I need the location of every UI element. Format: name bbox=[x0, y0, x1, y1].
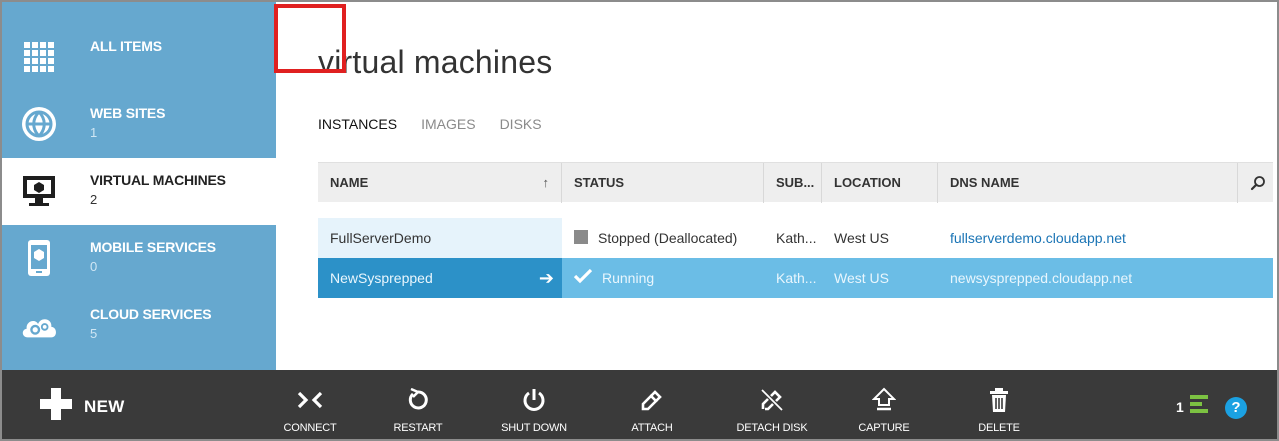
connect-icon bbox=[272, 386, 348, 414]
sidebar-item-count: 0 bbox=[90, 259, 98, 274]
cell-name-text: NewSysprepped bbox=[330, 270, 433, 286]
tab-disks[interactable]: DISKS bbox=[500, 116, 542, 132]
column-header-name[interactable]: NAME ↑ bbox=[318, 163, 562, 203]
command-bar: NEW CONNECT RESTART SHUT DOWN ATTACH DET… bbox=[2, 370, 1277, 439]
shut-down-button-label: SHUT DOWN bbox=[501, 422, 567, 434]
broken-link-icon bbox=[734, 386, 810, 414]
checkmark-icon bbox=[573, 259, 593, 298]
tab-images[interactable]: IMAGES bbox=[421, 116, 475, 132]
capture-button-label: CAPTURE bbox=[858, 422, 910, 434]
new-button[interactable]: NEW bbox=[38, 370, 125, 439]
detach-disk-button-label: DETACH DISK bbox=[736, 422, 808, 434]
power-icon bbox=[496, 386, 572, 414]
search-icon[interactable] bbox=[1243, 163, 1273, 203]
column-header-location[interactable]: LOCATION bbox=[822, 163, 938, 203]
restart-button-label: RESTART bbox=[393, 422, 443, 434]
tab-instances[interactable]: INSTANCES bbox=[318, 116, 397, 132]
sidebar-item-count: 2 bbox=[90, 192, 98, 207]
attach-button[interactable]: ATTACH bbox=[614, 370, 690, 439]
column-header-label: STATUS bbox=[574, 175, 625, 190]
cell-status-text: Stopped (Deallocated) bbox=[598, 230, 738, 246]
arrow-right-icon[interactable]: ➔ bbox=[539, 258, 554, 298]
trash-icon bbox=[961, 386, 1037, 414]
cell-location: West US bbox=[834, 230, 889, 246]
activity-count: 1 bbox=[1176, 398, 1184, 415]
column-header-label: DNS NAME bbox=[950, 175, 1020, 190]
cell-dns-link[interactable]: newsysprepped.cloudapp.net bbox=[938, 258, 1273, 298]
cell-status: Stopped (Deallocated) bbox=[562, 218, 764, 258]
sidebar-item-label: MOBILE SERVICES bbox=[90, 239, 216, 255]
cell-subscription: Kath... bbox=[776, 270, 817, 286]
shut-down-button[interactable]: SHUT DOWN bbox=[496, 370, 572, 439]
restart-icon bbox=[380, 386, 456, 414]
help-button[interactable]: ? bbox=[1225, 397, 1247, 419]
tab-bar: INSTANCES IMAGES DISKS bbox=[318, 116, 542, 132]
page-title: virtual machines bbox=[318, 44, 553, 80]
connect-button-label: CONNECT bbox=[283, 422, 337, 434]
detach-disk-button[interactable]: DETACH DISK bbox=[734, 370, 810, 439]
cloud-gear-icon bbox=[20, 306, 58, 344]
cell-name: NewSysprepped ➔ bbox=[318, 258, 562, 298]
sidebar-item-label: ALL ITEMS bbox=[90, 38, 162, 54]
monitor-icon bbox=[20, 172, 58, 210]
sidebar-item-label: CLOUD SERVICES bbox=[90, 306, 212, 322]
link-icon bbox=[614, 386, 690, 414]
sidebar-item-count: 1 bbox=[90, 125, 98, 140]
cell-name: FullServerDemo bbox=[318, 218, 562, 258]
globe-icon bbox=[20, 105, 58, 143]
cell-status: Running bbox=[562, 258, 764, 298]
cell-dns-link[interactable]: fullserverdemo.cloudapp.net bbox=[938, 218, 1273, 258]
delete-button-label: DELETE bbox=[978, 422, 1020, 434]
capture-button[interactable]: CAPTURE bbox=[846, 370, 922, 439]
sidebar-item-label: VIRTUAL MACHINES bbox=[90, 172, 226, 188]
delete-button[interactable]: DELETE bbox=[961, 370, 1037, 439]
sidebar-item-count: 5 bbox=[90, 326, 98, 341]
sidebar-item-virtual-machines[interactable]: VIRTUAL MACHINES 2 bbox=[2, 158, 276, 225]
column-header-label: NAME bbox=[330, 175, 369, 190]
portal-window: ALL ITEMS WEB SITES 1 VIRTUAL MACHINES 2… bbox=[0, 0, 1279, 441]
plus-icon bbox=[38, 386, 74, 427]
grid-header: NAME ↑ STATUS SUB... LOCATION DNS NAME bbox=[318, 162, 1273, 203]
capture-icon bbox=[846, 386, 922, 414]
table-row[interactable]: FullServerDemo Stopped (Deallocated) Kat… bbox=[318, 218, 1273, 258]
new-button-label: NEW bbox=[84, 396, 125, 416]
column-header-status[interactable]: STATUS bbox=[562, 163, 764, 203]
attach-button-label: ATTACH bbox=[631, 422, 673, 434]
cell-location: West US bbox=[834, 270, 889, 286]
activity-indicator[interactable]: 1 bbox=[1176, 370, 1210, 439]
sort-ascending-icon: ↑ bbox=[542, 175, 550, 190]
sidebar-item-all-items[interactable]: ALL ITEMS bbox=[2, 24, 276, 91]
column-header-label: LOCATION bbox=[834, 175, 901, 190]
stopped-status-icon bbox=[574, 219, 588, 258]
column-header-dns-name[interactable]: DNS NAME bbox=[938, 163, 1238, 203]
restart-button[interactable]: RESTART bbox=[380, 370, 456, 439]
table-row-selected[interactable]: NewSysprepped ➔ Running Kath... West US … bbox=[318, 258, 1273, 298]
connect-button[interactable]: CONNECT bbox=[272, 370, 348, 439]
activity-bars-icon bbox=[1188, 393, 1210, 420]
cell-subscription: Kath... bbox=[776, 230, 817, 246]
sidebar-item-cloud-services[interactable]: CLOUD SERVICES 5 bbox=[2, 292, 276, 359]
sidebar: ALL ITEMS WEB SITES 1 VIRTUAL MACHINES 2… bbox=[2, 2, 276, 370]
cell-status-text: Running bbox=[602, 270, 655, 286]
sidebar-item-label: WEB SITES bbox=[90, 105, 166, 121]
column-header-label: SUB... bbox=[776, 175, 815, 190]
phone-icon bbox=[20, 239, 58, 277]
sidebar-item-mobile-services[interactable]: MOBILE SERVICES 0 bbox=[2, 225, 276, 292]
grid-icon bbox=[20, 38, 58, 76]
main-content: virtual machines INSTANCES IMAGES DISKS … bbox=[276, 2, 1277, 370]
sidebar-item-web-sites[interactable]: WEB SITES 1 bbox=[2, 91, 276, 158]
column-header-subscription[interactable]: SUB... bbox=[764, 163, 822, 203]
